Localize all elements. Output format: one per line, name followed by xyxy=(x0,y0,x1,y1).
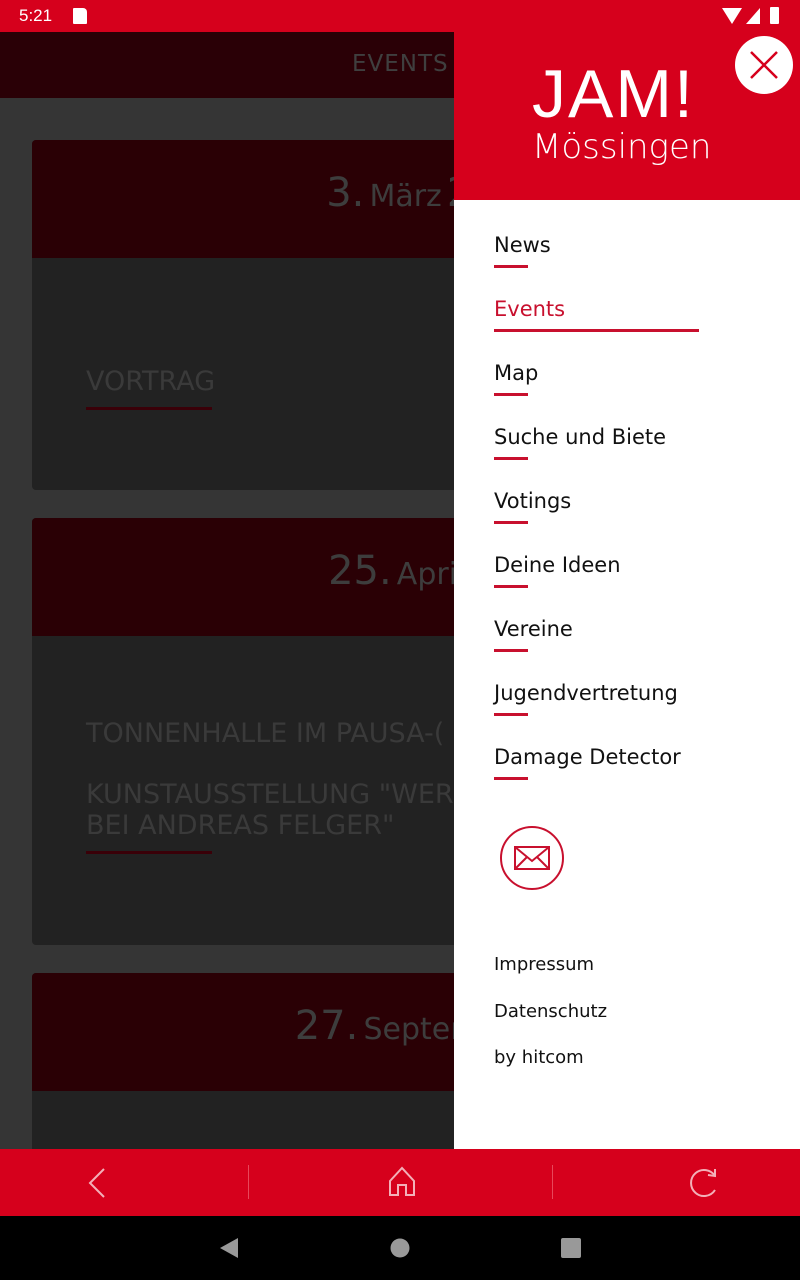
home-icon xyxy=(389,1166,415,1196)
menu-underline xyxy=(494,393,528,396)
home-button[interactable] xyxy=(382,1163,422,1203)
impressum-link[interactable]: Impressum xyxy=(494,954,607,1001)
menu-item-label: Damage Detector xyxy=(494,745,681,769)
divider xyxy=(86,407,212,410)
navigation-drawer: JAM! Mössingen News Events Map Suche und Bi… xyxy=(454,32,800,1149)
page-title: EVENTS xyxy=(352,51,449,77)
drawer-header: JAM! Mössingen xyxy=(454,32,800,200)
refresh-button[interactable] xyxy=(684,1163,724,1203)
battery-icon xyxy=(770,7,779,24)
wifi-icon xyxy=(722,8,742,24)
mail-button[interactable] xyxy=(500,826,564,890)
back-icon xyxy=(88,1168,105,1198)
menu-underline xyxy=(494,457,528,460)
menu-underline xyxy=(494,585,528,588)
date-month: März xyxy=(369,179,442,214)
menu-item-jugendvertretung[interactable]: Jugendvertretung xyxy=(494,680,699,744)
back-button[interactable] xyxy=(78,1163,118,1203)
menu-item-map[interactable]: Map xyxy=(494,360,699,424)
menu-item-label: Events xyxy=(494,297,566,321)
menu-underline xyxy=(494,713,528,716)
menu-underline xyxy=(494,329,699,332)
menu-item-label: Suche und Biete xyxy=(494,425,667,449)
bottom-toolbar xyxy=(0,1149,800,1216)
drawer-menu: News Events Map Suche und Biete Votings Deine… xyxy=(494,232,699,808)
menu-underline xyxy=(494,649,528,652)
menu-item-label: Vereine xyxy=(494,617,573,641)
divider xyxy=(86,851,212,854)
date-day: 3. xyxy=(326,170,365,216)
menu-item-label: Jugendvertretung xyxy=(494,681,678,705)
menu-item-vereine[interactable]: Vereine xyxy=(494,616,699,680)
divider xyxy=(248,1165,249,1199)
refresh-icon xyxy=(690,1169,716,1197)
mail-icon xyxy=(514,846,550,870)
menu-item-damage-detector[interactable]: Damage Detector xyxy=(494,744,699,808)
system-nav-bar xyxy=(0,1216,800,1280)
date-day: 27. xyxy=(294,1003,359,1049)
status-bar: 5:21 xyxy=(0,0,800,32)
menu-item-suche-und-biete[interactable]: Suche und Biete xyxy=(494,424,699,488)
menu-item-news[interactable]: News xyxy=(494,232,699,296)
menu-item-votings[interactable]: Votings xyxy=(494,488,699,552)
divider xyxy=(552,1165,553,1199)
sd-card-icon xyxy=(73,8,87,24)
nav-back-icon[interactable] xyxy=(218,1238,240,1258)
close-button[interactable] xyxy=(735,36,793,94)
status-time: 5:21 xyxy=(19,6,53,25)
date-day: 25. xyxy=(328,548,392,594)
menu-item-label: News xyxy=(494,233,551,257)
menu-underline xyxy=(494,265,528,268)
menu-item-label: Votings xyxy=(494,489,572,513)
menu-underline xyxy=(494,521,528,524)
datenschutz-link[interactable]: Datenschutz xyxy=(494,1001,607,1048)
menu-item-events[interactable]: Events xyxy=(494,296,699,360)
hitcom-link[interactable]: by hitcom xyxy=(494,1047,607,1094)
footer-links: Impressum Datenschutz by hitcom xyxy=(494,954,607,1094)
menu-item-label: Map xyxy=(494,361,539,385)
nav-recents-icon[interactable] xyxy=(561,1238,581,1258)
nav-home-icon[interactable] xyxy=(390,1238,410,1258)
logo: JAM! xyxy=(532,56,695,132)
logo-subtitle: Mössingen xyxy=(532,127,712,167)
menu-item-label: Deine Ideen xyxy=(494,553,621,577)
menu-underline xyxy=(494,777,528,780)
close-icon xyxy=(750,51,778,79)
signal-icon xyxy=(746,8,760,24)
menu-item-deine-ideen[interactable]: Deine Ideen xyxy=(494,552,699,616)
